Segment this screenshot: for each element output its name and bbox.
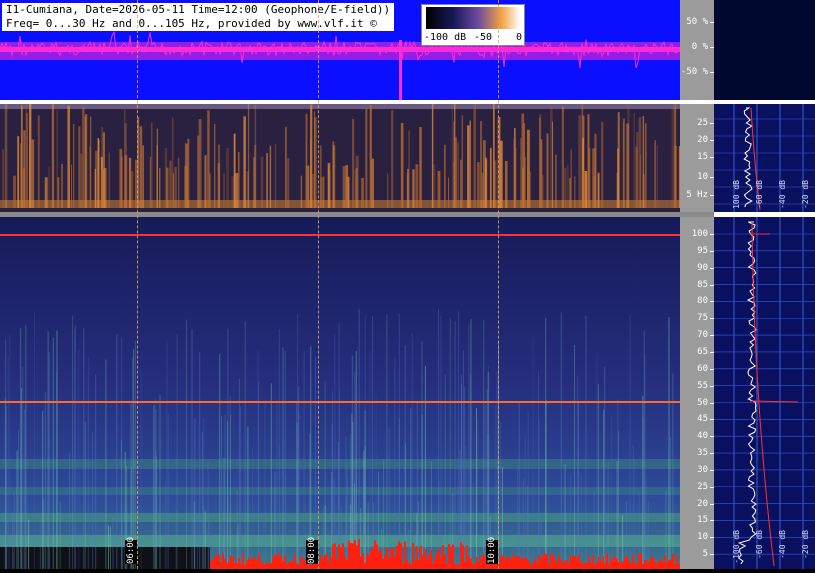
axis-tick: 30 — [680, 465, 714, 475]
axis-tick: 15 — [680, 152, 714, 162]
axis-tick: 50 % — [680, 17, 714, 27]
axis-tick: 20 — [680, 135, 714, 145]
side-db-label: 100 dB — [732, 180, 741, 209]
time-marker — [137, 0, 138, 569]
side-db-label: -40 dB — [778, 530, 787, 559]
mains-line-50hz — [0, 401, 680, 403]
spectrogram-high-texture — [0, 217, 680, 569]
time-label: 06:00 — [125, 536, 137, 564]
axis-tick: 70 — [680, 330, 714, 340]
colorbar-gradient — [426, 7, 520, 29]
separator — [714, 100, 815, 104]
axis-tick: 25 — [680, 482, 714, 492]
spectrum-profile-plot — [714, 0, 815, 569]
axis-tick: 20 — [680, 499, 714, 509]
axis-tick: -50 % — [680, 67, 714, 77]
time-label: 10:00 — [486, 536, 498, 564]
header-line-2: Freq= 0...30 Hz and 0...105 Hz, provided… — [6, 17, 377, 30]
colorbar-label-mid: -50 — [474, 32, 493, 43]
spectrum-profile-panel: 100 dB -60 dB -40 dB -20 dB -100 dB -60 … — [714, 0, 815, 569]
header-line-1: I1-Cumiana, Date=2026-05-11 Time=12:00 (… — [6, 3, 391, 16]
axis-tick: 55 — [680, 381, 714, 391]
waveform-axis: 50 % 0 % -50 % — [680, 0, 714, 100]
spectrogram-high — [0, 217, 680, 569]
axis-tick: 85 — [680, 280, 714, 290]
spectrogram-low-streaks — [0, 104, 680, 212]
colorbar-label-min: -100 dB — [424, 32, 467, 43]
axis-tick: 95 — [680, 246, 714, 256]
axis-tick: 100 — [680, 229, 714, 239]
axis-tick: 45 — [680, 414, 714, 424]
axis-tick: 0 % — [680, 42, 714, 52]
spectrogram-high-axis: 100 95 90 85 80 75 70 65 60 55 50 45 40 35 30 25 20 15 10 5 — [680, 217, 714, 569]
axis-tick: 80 — [680, 296, 714, 306]
colorbar-legend: -100 dB -50 0 — [421, 4, 525, 46]
side-db-label: -100 dB — [732, 530, 741, 564]
axis-tick: 60 — [680, 364, 714, 374]
axis-tick: 50 — [680, 398, 714, 408]
side-db-label: -20 dB — [801, 180, 810, 209]
axis-tick: 65 — [680, 347, 714, 357]
colorbar-label-max: 0 — [516, 32, 523, 43]
axis-tick: 35 — [680, 448, 714, 458]
axis-tick: 15 — [680, 515, 714, 525]
separator — [714, 212, 815, 217]
axis-tick: 40 — [680, 431, 714, 441]
vlf-monitor-view: I1-Cumiana, Date=2026-05-11 Time=12:00 (… — [0, 0, 815, 569]
side-db-label: -40 dB — [778, 180, 787, 209]
axis-tick: 90 — [680, 263, 714, 273]
axis-tick: 5 Hz — [680, 190, 714, 200]
axis-tick: 25 — [680, 118, 714, 128]
time-label: 08:00 — [306, 536, 318, 564]
time-marker — [498, 0, 499, 569]
axis-tick: 10 — [680, 172, 714, 182]
mains-harmonic-line — [0, 234, 680, 236]
header-info: I1-Cumiana, Date=2026-05-11 Time=12:00 (… — [2, 3, 395, 31]
spectrogram-low — [0, 104, 680, 212]
side-db-label: -60 dB — [755, 180, 764, 209]
axis-tick: 5 — [680, 549, 714, 559]
side-db-label: -20 dB — [801, 530, 810, 559]
axis-tick: 75 — [680, 313, 714, 323]
side-db-label: -60 dB — [755, 530, 764, 559]
spectrogram-low-axis: 25 20 15 10 5 Hz — [680, 104, 714, 212]
time-marker — [318, 0, 319, 569]
axis-tick: 10 — [680, 532, 714, 542]
